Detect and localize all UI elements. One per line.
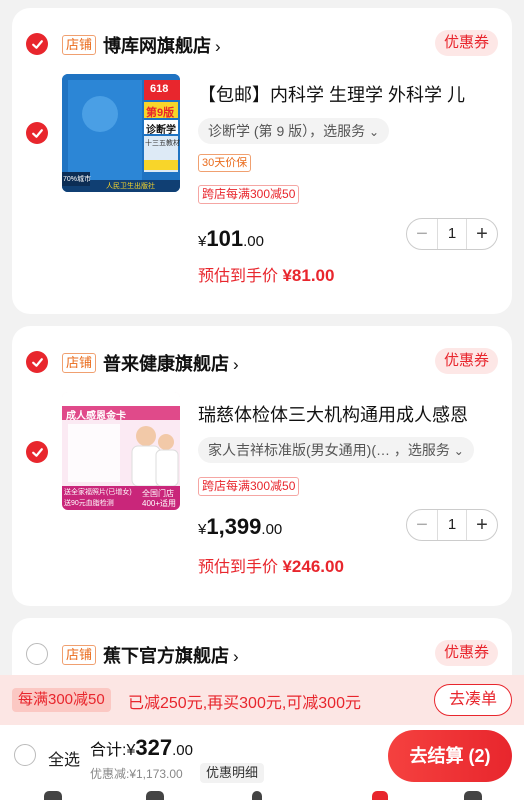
check-icon <box>31 128 43 138</box>
thumb-head: 成人感恩金卡 <box>66 411 126 422</box>
thumb-foot: 送90元血脂检测 <box>64 500 114 507</box>
store-name: 普来健康旗舰店 <box>103 354 229 374</box>
price: ¥101.00 <box>198 226 264 252</box>
store-tag: 店铺 <box>62 353 97 373</box>
discount-text: 优惠减:¥1,173.00 <box>90 767 183 781</box>
total-price: 合计:¥327.00 <box>90 735 193 761</box>
quantity-stepper: − 1 + <box>406 218 498 250</box>
estimated-price: 预估到手价 ¥246.00 <box>198 553 344 577</box>
tab-icon <box>464 791 482 800</box>
thumb-badge: 618 <box>150 83 169 95</box>
check-icon <box>31 447 43 457</box>
store-tag: 店铺 <box>62 645 97 665</box>
store-header: 店铺 博库网旗舰店 › 优惠券 <box>12 8 512 58</box>
store-header: 店铺 蕉下官方旗舰店 › 优惠券 <box>12 618 512 668</box>
price: ¥1,399.00 <box>198 514 282 540</box>
promo-bar: 每满300减50 已减250元,再买300元,可减300元 去凑单 <box>0 675 524 725</box>
thumb-book: 诊断学 <box>146 125 176 136</box>
thumb-edition: 第9版 <box>146 107 175 119</box>
tab-icon <box>146 791 164 800</box>
chevron-right-icon: › <box>215 37 221 56</box>
estimate-label: 预估到手价 <box>198 559 283 576</box>
store-checkbox[interactable] <box>26 33 48 55</box>
price-integer: 101 <box>206 226 244 251</box>
estimate-value: ¥246.00 <box>282 557 344 576</box>
minus-button[interactable]: − <box>407 219 437 249</box>
thumb-count: 400+适用 <box>142 499 177 508</box>
product-thumbnail[interactable]: 成人感恩金卡 送全家福照片(已增女) 送90元血脂检测 全国门店 400+适用 <box>62 392 180 510</box>
checkout-button[interactable]: 去结算 (2) <box>388 730 512 782</box>
spec-text: 家人吉祥标准版(男女通用)(… ，选服务 <box>208 442 450 458</box>
store-header: 店铺 普来健康旗舰店 › 优惠券 <box>12 326 512 376</box>
add-more-button[interactable]: 去凑单 <box>434 684 512 716</box>
select-all-label[interactable]: 全选 <box>48 746 80 770</box>
spec-selector[interactable]: 诊断学 (第 9 版），选服务 ⌄ <box>198 118 390 144</box>
total-decimal: .00 <box>172 742 193 759</box>
store-name-link[interactable]: 蕉下官方旗舰店 › <box>103 642 239 668</box>
promo-tag: 跨店每满300减50 <box>198 185 300 204</box>
store-name: 蕉下官方旗舰店 <box>103 646 229 666</box>
check-icon <box>31 357 43 367</box>
chevron-right-icon: › <box>233 355 239 374</box>
promo-badge: 每满300减50 <box>12 688 111 712</box>
store-name-link[interactable]: 普来健康旗舰店 › <box>103 350 239 376</box>
coupon-button[interactable]: 优惠券 <box>434 30 498 56</box>
store-card: 店铺 普来健康旗舰店 › 优惠券 成人感恩金卡 送全家福照片(已增女) 送90元血… <box>12 326 512 606</box>
tab-icon <box>44 791 62 800</box>
cart-tab-icon <box>372 791 388 800</box>
product-title[interactable]: 【包邮】内科学 生理学 外科学 儿 <box>198 81 498 107</box>
thumb-corner: 70%城市 <box>63 176 92 183</box>
spec-text: 诊断学 (第 9 版），选服务 <box>208 123 366 139</box>
estimated-price: 预估到手价 ¥81.00 <box>198 262 334 286</box>
spec-selector[interactable]: 家人吉祥标准版(男女通用)(… ，选服务 ⌄ <box>198 437 474 463</box>
quantity-input[interactable]: 1 <box>437 219 467 249</box>
store-name: 博库网旗舰店 <box>103 36 211 56</box>
chevron-down-icon: ⌄ <box>453 444 464 458</box>
select-all-checkbox[interactable] <box>14 744 36 766</box>
total-integer: 327 <box>135 735 173 760</box>
thumb-sub: 十三五教材 <box>145 140 180 147</box>
promo-tag: 跨店每满300减50 <box>198 477 300 496</box>
price-decimal: .00 <box>243 233 264 250</box>
item-checkbox[interactable] <box>26 122 48 144</box>
product-title[interactable]: 瑞慈体检体三大机构通用成人感恩 <box>198 401 498 427</box>
coupon-button[interactable]: 优惠券 <box>434 348 498 374</box>
quantity-stepper: − 1 + <box>406 509 498 541</box>
chevron-down-icon: ⌄ <box>369 125 380 139</box>
chevron-right-icon: › <box>233 647 239 666</box>
product-thumbnail[interactable]: 618 第9版 诊断学 十三五教材 70%城市 人民卫生出版社 <box>62 74 180 192</box>
price-decimal: .00 <box>261 521 283 538</box>
guarantee-tag: 30天价保 <box>198 154 252 172</box>
price-integer: 1,399 <box>206 514 262 539</box>
check-icon <box>31 39 43 49</box>
total-label: 合计: <box>90 742 127 759</box>
promo-text: 已减250元,再买300元,可减300元 <box>128 695 361 712</box>
thumb-foot: 人民卫生出版社 <box>106 183 155 190</box>
store-card: 店铺 博库网旗舰店 › 优惠券 618 第9版 诊断学 十三五教材 70%城市 人… <box>12 8 512 314</box>
store-checkbox[interactable] <box>26 643 48 665</box>
plus-button[interactable]: + <box>467 510 497 540</box>
item-checkbox[interactable] <box>26 441 48 463</box>
checkout-bar: 全选 合计:¥327.00 优惠减:¥1,173.00 优惠明细 去结算 (2) <box>0 725 524 800</box>
discount-detail-button[interactable]: 优惠明细 <box>200 763 265 783</box>
coupon-button[interactable]: 优惠券 <box>434 640 498 666</box>
estimate-value: ¥81.00 <box>282 266 335 285</box>
plus-button[interactable]: + <box>467 219 497 249</box>
store-tag: 店铺 <box>62 35 97 55</box>
store-checkbox[interactable] <box>26 351 48 373</box>
estimate-label: 预估到手价 <box>198 268 283 285</box>
quantity-input[interactable]: 1 <box>437 510 467 540</box>
thumb-gift: 送全家福照片(已增女) <box>64 489 132 496</box>
store-name-link[interactable]: 博库网旗舰店 › <box>103 32 221 58</box>
tab-icon <box>252 791 262 800</box>
minus-button[interactable]: − <box>407 510 437 540</box>
